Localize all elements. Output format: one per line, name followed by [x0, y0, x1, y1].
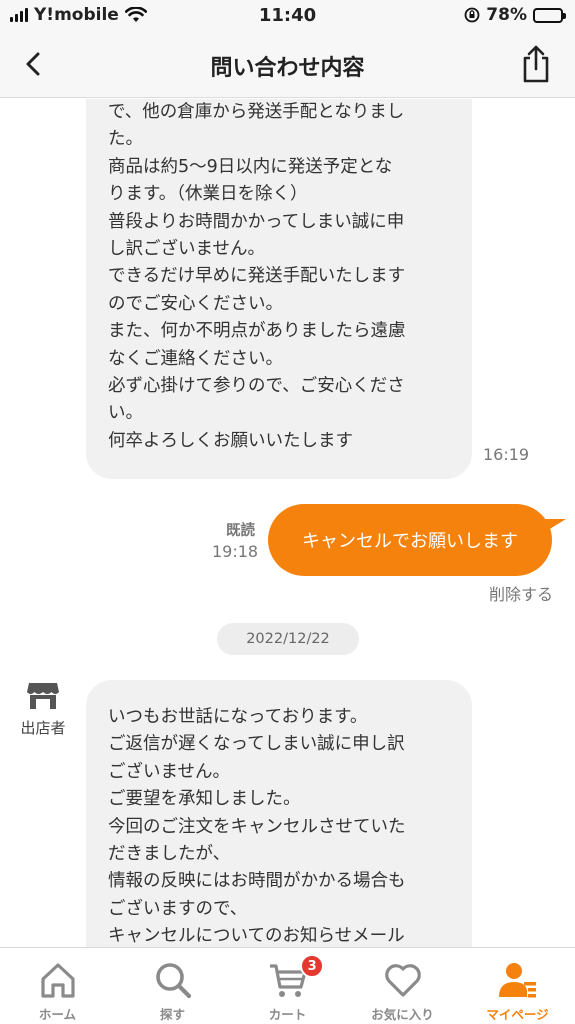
message-line: だきましたが、: [108, 844, 231, 865]
battery-group: 78%: [464, 5, 566, 25]
message-line: た。: [108, 129, 143, 150]
message-line: ご要望を承知しました。: [108, 789, 301, 810]
message-line: ございません。: [108, 761, 230, 782]
message-line: 今回のご注文をキャンセルさせていた: [108, 816, 406, 837]
tab-home[interactable]: ホーム: [0, 948, 115, 1024]
message-bubble-outgoing[interactable]: キャンセルでお願いします: [268, 504, 552, 576]
message-line: ございますので、: [108, 898, 248, 919]
chat-thread[interactable]: で、他の倉庫から発送手配となりまし た。 商品は約5〜9日以内に発送予定とな り…: [0, 99, 575, 947]
delete-message-link[interactable]: 削除する: [489, 581, 553, 605]
message-line: 何卒よろしくお願いいたします: [108, 430, 353, 451]
tab-favorites[interactable]: お気に入り: [345, 948, 460, 1024]
date-separator: 2022/12/22: [217, 623, 359, 655]
message-line: ります。（休業日を除く）: [108, 184, 308, 205]
message-line: のでご安心ください。: [108, 293, 283, 314]
message-line: できるだけ早めに発送手配いたします: [108, 266, 406, 287]
tab-favorites-label: お気に入り: [371, 1007, 434, 1022]
orientation-lock-icon: [464, 7, 480, 23]
nav-header: 問い合わせ内容: [0, 32, 575, 98]
tab-cart-label: カート: [268, 1007, 307, 1022]
message-line: 商品は約5〜9日以内に発送予定とな: [108, 156, 393, 177]
seller-label: 出店者: [20, 719, 66, 737]
message-line: 情報の反映にはお時間がかかる場合も: [108, 871, 406, 892]
tab-cart[interactable]: 3 カート: [230, 948, 345, 1024]
seller-avatar[interactable]: 出店者: [12, 681, 74, 738]
tab-mypage[interactable]: マイページ: [460, 948, 575, 1024]
tab-bar: ホーム 探す 3 カート お気に入り マイページ: [0, 947, 575, 1024]
message-line: い。: [108, 403, 143, 424]
battery-icon: [533, 7, 566, 23]
tab-search-label: 探す: [159, 1007, 185, 1022]
user-profile-icon: [498, 963, 536, 998]
message-line: ご返信が遅くなってしまい誠に申し訳: [108, 734, 405, 755]
tab-mypage-label: マイページ: [486, 1007, 549, 1022]
message-line: なくご連絡ください。: [108, 348, 283, 369]
tab-search[interactable]: 探す: [115, 948, 230, 1024]
page-title: 問い合わせ内容: [210, 56, 365, 81]
message-line: キャンセルについてのお知らせメール: [108, 926, 405, 947]
status-bar: Y!mobile 11:40 78%: [0, 0, 575, 32]
heart-icon: [384, 964, 421, 997]
message-bubble-incoming: いつもお世話になっております。 ご返信が遅くなってしまい誠に申し訳 ございません…: [86, 680, 472, 947]
shop-icon: [27, 683, 59, 709]
read-receipt: 既読: [226, 523, 255, 539]
home-icon: [40, 963, 75, 998]
message-line: 必ず心掛けて参りので、ご安心くださ: [108, 376, 405, 397]
message-time: 19:18: [212, 542, 259, 561]
battery-percent: 78%: [486, 5, 527, 25]
message-line: し訳ございません。: [108, 239, 265, 260]
message-line: 普段よりお時間かかってしまい誠に申: [108, 211, 405, 232]
message-line: また、何か不明点がありましたら遠慮: [108, 321, 406, 342]
search-icon: [155, 963, 191, 999]
tab-home-label: ホーム: [38, 1007, 77, 1022]
share-icon[interactable]: [519, 44, 553, 84]
message-bubble-incoming: で、他の倉庫から発送手配となりまし た。 商品は約5〜9日以内に発送予定とな り…: [86, 99, 472, 479]
message-line: で、他の倉庫から発送手配となりまし: [108, 102, 405, 122]
message-time: 16:19: [483, 445, 530, 464]
cart-badge: 3: [300, 954, 325, 978]
message-line: いつもお世話になっております。: [108, 707, 368, 727]
